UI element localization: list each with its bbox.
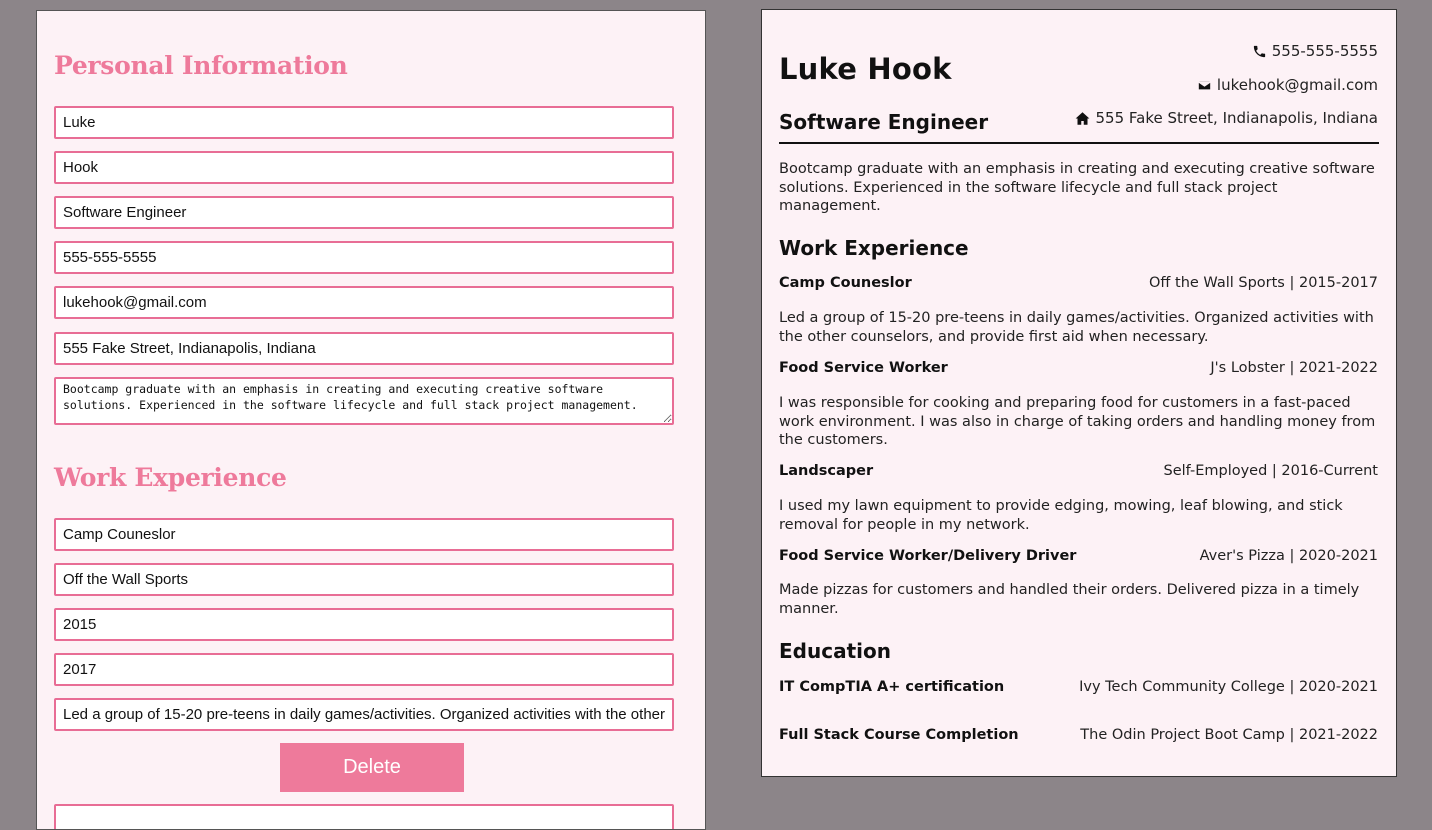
phone-text: 555-555-5555 — [1271, 42, 1378, 60]
contact-email: lukehook@gmail.com — [1197, 76, 1378, 94]
job-company-dates: Off the Wall Sports | 2015-2017 — [1149, 275, 1378, 291]
resume-job-title: Software Engineer — [779, 110, 989, 134]
position-input[interactable] — [54, 518, 674, 551]
work-experience-title: Work Experience — [779, 236, 969, 260]
education-title-entry: Full Stack Course Completion — [779, 727, 1019, 743]
job-role: Food Service Worker — [779, 360, 948, 376]
next-position-input[interactable] — [54, 804, 674, 829]
job-description: I was responsible for cooking and prepar… — [779, 395, 1376, 448]
job-company-dates: Self-Employed | 2016-Current — [1163, 463, 1379, 479]
job-role: Camp Couneslor — [779, 275, 912, 291]
job-description-input[interactable] — [54, 698, 674, 731]
education-title-entry: IT CompTIA A+ certification — [779, 679, 1005, 695]
resume-preview-panel: Luke Hook 555-555-5555 lukehook@gmail.co… — [761, 9, 1397, 777]
job-role: Landscaper — [779, 463, 874, 479]
header-divider — [779, 142, 1379, 144]
summary-textarea[interactable]: Bootcamp graduate with an emphasis in cr… — [54, 377, 674, 425]
education-school-dates: Ivy Tech Community College | 2020-2021 — [1079, 679, 1378, 695]
job-company-dates: J's Lobster | 2021-2022 — [1210, 360, 1378, 376]
work-experience-heading: Work Experience — [54, 463, 287, 492]
email-text: lukehook@gmail.com — [1216, 76, 1378, 94]
address-input[interactable] — [54, 332, 674, 365]
job-description: Led a group of 15-20 pre-teens in daily … — [779, 310, 1374, 345]
phone-icon — [1253, 45, 1265, 57]
job-description: I used my lawn equipment to provide edgi… — [779, 498, 1343, 533]
job-company-dates: Aver's Pizza | 2020-2021 — [1199, 548, 1378, 564]
end-year-input[interactable] — [54, 653, 674, 686]
resume-name: Luke Hook — [779, 52, 952, 86]
job-role: Food Service Worker/Delivery Driver — [779, 548, 1077, 564]
education-school-dates: The Odin Project Boot Camp | 2021-2022 — [1080, 727, 1378, 743]
personal-info-heading: Personal Information — [54, 51, 348, 80]
last-name-input[interactable] — [54, 151, 674, 184]
email-input[interactable] — [54, 286, 674, 319]
address-text: 555 Fake Street, Indianapolis, Indiana — [1095, 109, 1378, 127]
phone-input[interactable] — [54, 241, 674, 274]
education-title: Education — [779, 639, 891, 663]
start-year-input[interactable] — [54, 608, 674, 641]
resume-editor-panel: Personal Information Bootcamp graduate w… — [36, 10, 706, 830]
first-name-input[interactable] — [54, 106, 674, 139]
company-input[interactable] — [54, 563, 674, 596]
job-description: Made pizzas for customers and handled th… — [779, 582, 1360, 617]
job-title-input[interactable] — [54, 196, 674, 229]
contact-phone: 555-555-5555 — [1252, 42, 1378, 60]
contact-address: 555 Fake Street, Indianapolis, Indiana — [1075, 109, 1378, 127]
envelope-icon — [1197, 80, 1212, 90]
resume-summary: Bootcamp graduate with an emphasis in cr… — [779, 161, 1375, 214]
home-icon — [1076, 111, 1090, 125]
delete-button[interactable]: Delete — [280, 743, 464, 792]
